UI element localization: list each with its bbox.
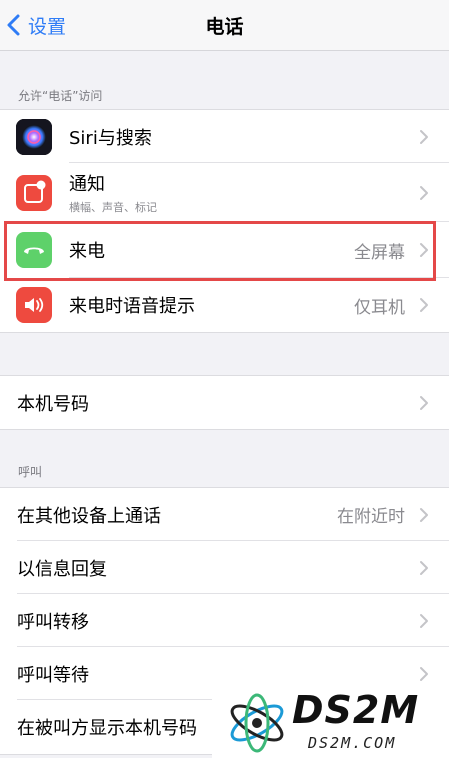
row-subtitle: 横幅、声音、标记 (69, 201, 157, 214)
row-my-number[interactable]: 本机号码 (0, 376, 449, 429)
watermark-site-text: DS2M.COM (308, 734, 397, 752)
row-label: 在其他设备上通话 (17, 505, 161, 527)
row-respond-with-text[interactable]: 以信息回复 (0, 541, 449, 594)
row-label: 呼叫转移 (17, 611, 89, 633)
atom-logo-icon (230, 693, 284, 753)
row-label: 来电时语音提示 (69, 296, 195, 317)
page-title: 电话 (205, 16, 244, 38)
section-header-allow: 允许“电话”访问 (18, 89, 103, 103)
row-incoming-call[interactable]: 来电 全屏幕 (0, 222, 449, 278)
section-header-calls: 呼叫 (18, 465, 43, 479)
chevron-right-icon (420, 129, 428, 144)
row-value: 仅耳机 (354, 297, 405, 318)
phone-icon (16, 232, 52, 268)
chevron-right-icon (420, 243, 428, 257)
navigation-bar: 设置 电话 (0, 0, 449, 51)
row-label: 通知 (69, 174, 105, 195)
row-announce-calls[interactable]: 来电时语音提示 仅耳机 (0, 278, 449, 332)
chevron-right-icon (420, 507, 428, 522)
row-label: 来电 (69, 241, 105, 262)
row-label: Siri与搜索 (69, 127, 152, 149)
chevron-right-icon (420, 613, 428, 628)
chevron-right-icon (420, 395, 428, 410)
row-calls-on-other-devices[interactable]: 在其他设备上通话 在附近时 (0, 488, 449, 541)
chevron-right-icon (420, 560, 428, 575)
chevron-right-icon (420, 185, 428, 200)
row-label: 本机号码 (17, 393, 89, 415)
chevron-right-icon (420, 666, 428, 681)
row-value: 全屏幕 (354, 242, 405, 263)
row-value: 在附近时 (337, 507, 405, 527)
chevron-right-icon (420, 298, 428, 312)
my-number-group: 本机号码 (0, 375, 449, 430)
row-label: 呼叫等待 (17, 664, 89, 686)
siri-icon (16, 118, 52, 155)
speaker-icon (16, 287, 52, 323)
allow-access-group: Siri与搜索 通知 横幅、声音、标记 来电 全屏幕 来电时语音提示 仅耳机 (0, 109, 449, 333)
row-siri-search[interactable]: Siri与搜索 (0, 110, 449, 163)
row-notifications[interactable]: 通知 横幅、声音、标记 (0, 163, 449, 222)
row-label: 以信息回复 (17, 558, 107, 580)
row-call-forwarding[interactable]: 呼叫转移 (0, 594, 449, 647)
watermark: DS2M DS2M.COM (212, 688, 449, 758)
watermark-logo-text: DS2M (292, 688, 420, 732)
row-label: 在被叫方显示本机号码 (17, 718, 197, 739)
notification-icon (16, 174, 52, 211)
